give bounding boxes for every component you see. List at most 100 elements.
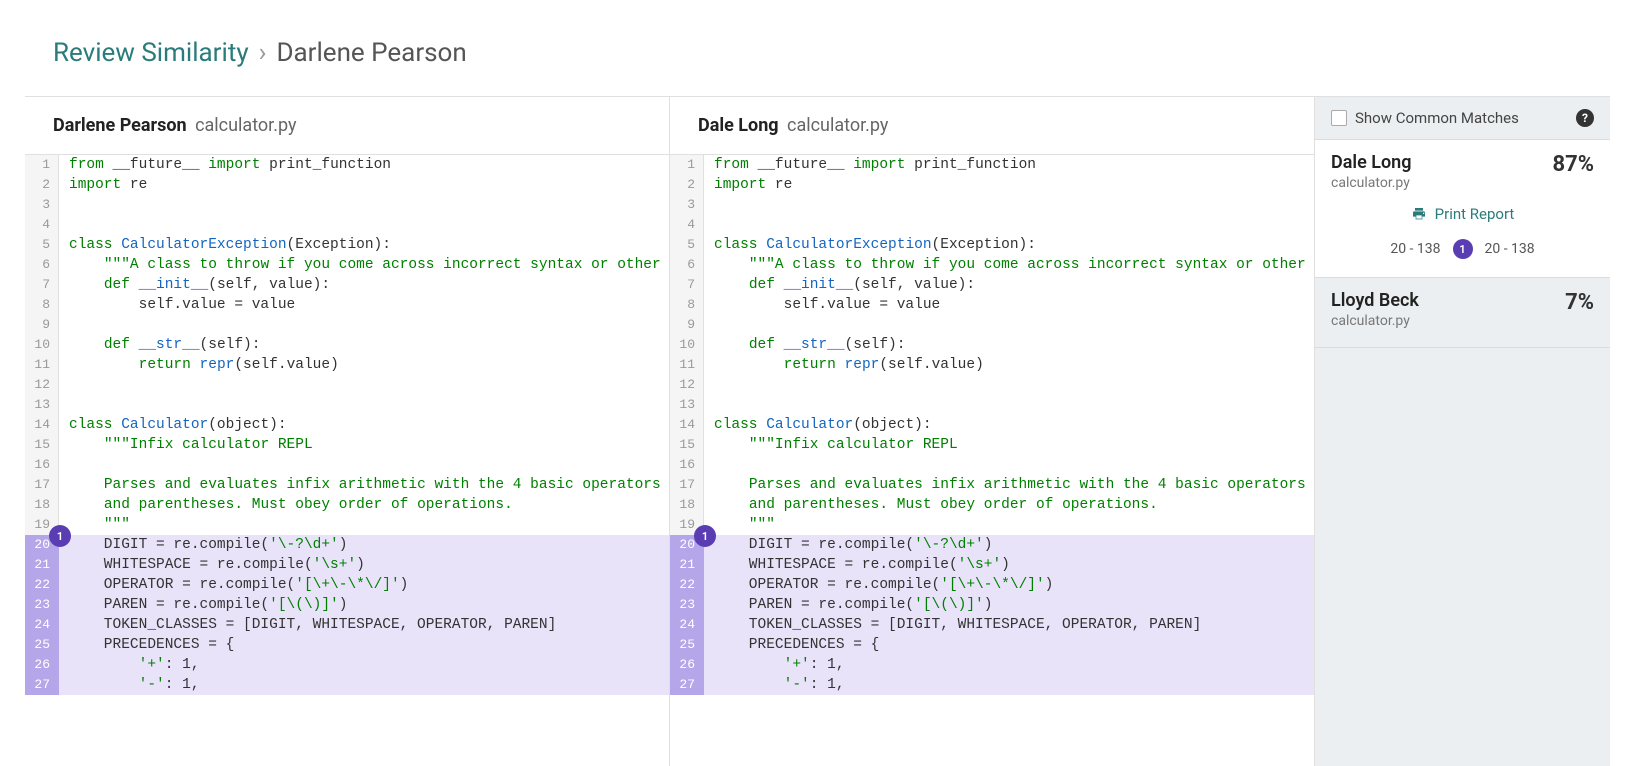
line-number: 13 (25, 395, 59, 415)
code-line[interactable]: 8 self.value = value (25, 295, 669, 315)
line-text: TOKEN_CLASSES = [DIGIT, WHITESPACE, OPER… (59, 615, 669, 635)
code-line[interactable]: 27 '-': 1, (670, 675, 1314, 695)
code-line[interactable]: 10 def __str__(self): (670, 335, 1314, 355)
code-line[interactable]: 25 PRECEDENCES = { (25, 635, 669, 655)
code-line[interactable]: 1from __future__ import print_function (25, 155, 669, 175)
left-code-panel: Darlene Pearson calculator.py 1from __fu… (25, 97, 670, 766)
line-number: 17 (25, 475, 59, 495)
code-line[interactable]: 22 OPERATOR = re.compile('[\+\-\*\/]') (25, 575, 669, 595)
line-number: 5 (25, 235, 59, 255)
code-line[interactable]: 23 PAREN = re.compile('[\(\)]') (670, 595, 1314, 615)
line-number: 5 (670, 235, 704, 255)
code-line[interactable]: 17 Parses and evaluates infix arithmetic… (670, 475, 1314, 495)
code-line[interactable]: 9 (25, 315, 669, 335)
code-line[interactable]: 2import re (670, 175, 1314, 195)
line-number: 25 (25, 635, 59, 655)
code-line[interactable]: 15 """Infix calculator REPL (670, 435, 1314, 455)
code-line[interactable]: 13 (25, 395, 669, 415)
code-line[interactable]: 3 (670, 195, 1314, 215)
code-line[interactable]: 6 """A class to throw if you come across… (25, 255, 669, 275)
code-line[interactable]: 24 TOKEN_CLASSES = [DIGIT, WHITESPACE, O… (670, 615, 1314, 635)
line-text (59, 195, 669, 215)
match-name: Lloyd Beck (1331, 290, 1419, 311)
line-text: def __str__(self): (704, 335, 1314, 355)
left-code-body[interactable]: 1from __future__ import print_function2i… (25, 155, 669, 766)
code-line[interactable]: 26 '+': 1, (25, 655, 669, 675)
code-line[interactable]: 17 Parses and evaluates infix arithmetic… (25, 475, 669, 495)
code-line[interactable]: 14class Calculator(object): (25, 415, 669, 435)
line-text: class Calculator(object): (704, 415, 1314, 435)
code-line[interactable]: 15 """Infix calculator REPL (25, 435, 669, 455)
match-card[interactable]: Lloyd Beckcalculator.py7% (1315, 278, 1610, 348)
show-common-checkbox[interactable] (1331, 110, 1347, 126)
line-number: 17 (670, 475, 704, 495)
line-number: 2 (670, 175, 704, 195)
line-number: 10 (670, 335, 704, 355)
code-line[interactable]: 12 (670, 375, 1314, 395)
code-line[interactable]: 18 and parentheses. Must obey order of o… (670, 495, 1314, 515)
code-line[interactable]: 20 DIGIT = re.compile('\-?\d+') (25, 535, 669, 555)
line-text: class CalculatorException(Exception): (59, 235, 669, 255)
code-line[interactable]: 5class CalculatorException(Exception): (25, 235, 669, 255)
code-line[interactable]: 5class CalculatorException(Exception): (670, 235, 1314, 255)
code-line[interactable]: 21 WHITESPACE = re.compile('\s+') (670, 555, 1314, 575)
code-line[interactable]: 21 WHITESPACE = re.compile('\s+') (25, 555, 669, 575)
code-line[interactable]: 16 (25, 455, 669, 475)
code-line[interactable]: 27 '-': 1, (25, 675, 669, 695)
sidebar-top: Show Common Matches ? (1315, 97, 1610, 140)
left-file-name: calculator.py (195, 115, 296, 136)
line-number: 22 (670, 575, 704, 595)
code-line[interactable]: 26 '+': 1, (670, 655, 1314, 675)
code-line[interactable]: 14class Calculator(object): (670, 415, 1314, 435)
code-line[interactable]: 4 (25, 215, 669, 235)
right-code-body[interactable]: 1from __future__ import print_function2i… (670, 155, 1314, 766)
code-line[interactable]: 11 return repr(self.value) (670, 355, 1314, 375)
code-line[interactable]: 8 self.value = value (670, 295, 1314, 315)
code-line[interactable]: 9 (670, 315, 1314, 335)
code-line[interactable]: 23 PAREN = re.compile('[\(\)]') (25, 595, 669, 615)
match-range-row[interactable]: 20 - 138120 - 138 (1331, 239, 1594, 259)
match-marker-right[interactable]: 1 (694, 525, 716, 547)
code-line[interactable]: 13 (670, 395, 1314, 415)
line-number: 2 (25, 175, 59, 195)
line-text: and parentheses. Must obey order of oper… (704, 495, 1314, 515)
match-marker-left[interactable]: 1 (49, 525, 71, 547)
code-line[interactable]: 3 (25, 195, 669, 215)
code-line[interactable]: 11 return repr(self.value) (25, 355, 669, 375)
code-line[interactable]: 19 """ (670, 515, 1314, 535)
code-line[interactable]: 6 """A class to throw if you come across… (670, 255, 1314, 275)
help-icon[interactable]: ? (1576, 109, 1594, 127)
line-text: and parentheses. Must obey order of oper… (59, 495, 669, 515)
matches-sidebar: Show Common Matches ? Dale Longcalculato… (1315, 97, 1610, 766)
code-line[interactable]: 2import re (25, 175, 669, 195)
code-line[interactable]: 22 OPERATOR = re.compile('[\+\-\*\/]') (670, 575, 1314, 595)
line-number: 15 (670, 435, 704, 455)
code-line[interactable]: 7 def __init__(self, value): (670, 275, 1314, 295)
code-line[interactable]: 1from __future__ import print_function (670, 155, 1314, 175)
line-text (704, 195, 1314, 215)
line-number: 26 (670, 655, 704, 675)
line-text: TOKEN_CLASSES = [DIGIT, WHITESPACE, OPER… (704, 615, 1314, 635)
line-number: 24 (670, 615, 704, 635)
code-line[interactable]: 4 (670, 215, 1314, 235)
code-line[interactable]: 24 TOKEN_CLASSES = [DIGIT, WHITESPACE, O… (25, 615, 669, 635)
line-text: PAREN = re.compile('[\(\)]') (704, 595, 1314, 615)
line-text: '+': 1, (59, 655, 669, 675)
code-line[interactable]: 18 and parentheses. Must obey order of o… (25, 495, 669, 515)
line-text: DIGIT = re.compile('\-?\d+') (704, 535, 1314, 555)
line-number: 18 (25, 495, 59, 515)
code-line[interactable]: 7 def __init__(self, value): (25, 275, 669, 295)
match-card[interactable]: Dale Longcalculator.py87%Print Report20 … (1315, 140, 1610, 278)
line-number: 11 (670, 355, 704, 375)
breadcrumb-link[interactable]: Review Similarity (53, 38, 249, 68)
code-line[interactable]: 12 (25, 375, 669, 395)
code-line[interactable]: 16 (670, 455, 1314, 475)
print-report-link[interactable]: Print Report (1331, 205, 1594, 223)
code-line[interactable]: 20 DIGIT = re.compile('\-?\d+') (670, 535, 1314, 555)
line-text (59, 455, 669, 475)
line-text (59, 215, 669, 235)
code-line[interactable]: 25 PRECEDENCES = { (670, 635, 1314, 655)
code-line[interactable]: 10 def __str__(self): (25, 335, 669, 355)
code-line[interactable]: 19 """ (25, 515, 669, 535)
line-number: 23 (25, 595, 59, 615)
